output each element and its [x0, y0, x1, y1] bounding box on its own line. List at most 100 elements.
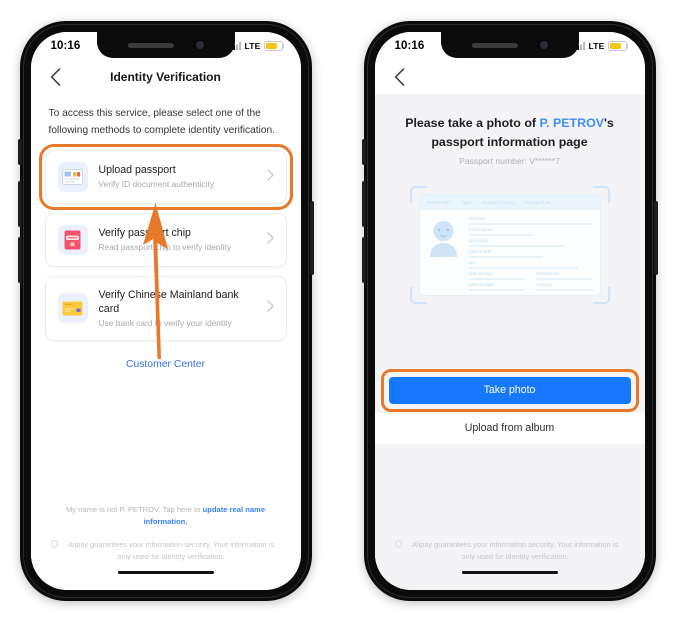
- passport-field-value-bar: [536, 289, 593, 291]
- home-indicator[interactable]: [117, 570, 214, 574]
- earpiece-speaker: [127, 42, 174, 48]
- method-title: Verify Chinese Mainland bank card: [98, 288, 239, 315]
- passport-field: Date of expiry: [468, 282, 525, 291]
- phone-right: 10:16 LTE Please take a photo of P. PETR…: [361, 21, 658, 601]
- method-subtitle: Verify ID document authenticity: [98, 179, 214, 190]
- passport-field-value-bar: [536, 278, 593, 280]
- passport-field: Sex: [468, 260, 593, 269]
- method-subtitle: Use bank card to verify your identity: [98, 318, 232, 329]
- silent-switch[interactable]: [17, 139, 22, 165]
- nav-bar-right: [374, 60, 645, 94]
- passport-field-row: Date of expiry Authority: [468, 282, 593, 291]
- passport-photo-placeholder: [427, 217, 460, 261]
- nav-bar-left: Identity Verification: [30, 60, 301, 94]
- guarantee-text: Alipay guarantees your information secur…: [67, 539, 275, 561]
- passport-field-label: Sex: [468, 260, 476, 266]
- method-title: Upload passport: [98, 164, 176, 177]
- passport-field-value-bar: [468, 278, 525, 280]
- notch: [96, 32, 235, 58]
- shield-icon: [50, 539, 58, 552]
- front-camera: [195, 41, 204, 49]
- passport-field-value-bar: [468, 245, 566, 247]
- battery-icon: [607, 41, 627, 51]
- method-text: Verify passport chip Read passport chip …: [99, 226, 256, 253]
- passport-field-value-bar: [468, 223, 593, 226]
- passport-header-label: PASSPORT: [426, 200, 452, 206]
- passport-field-label: Date of birth: [468, 249, 492, 255]
- verification-method-list: Upload passport Verify ID document authe…: [31, 143, 301, 342]
- status-indicators: LTE: [574, 41, 627, 51]
- method-title: Verify passport chip: [98, 227, 191, 240]
- passport-body: Surname Given names Nationality Date of …: [420, 210, 600, 295]
- passport-field: Nationality: [468, 238, 593, 247]
- power-button[interactable]: [309, 201, 314, 275]
- passport-card: PASSPORT Type Issuing Country Passport N…: [418, 194, 601, 297]
- passport-header-label: Type: [461, 200, 472, 206]
- passport-field-value-bar: [468, 234, 533, 236]
- chevron-left-icon: [50, 68, 61, 86]
- passport-field-label: Nationality: [468, 238, 489, 244]
- network-type-label: LTE: [244, 41, 261, 51]
- passport-field-label: Date of expiry: [468, 282, 495, 288]
- method-verify-passport-chip[interactable]: Verify passport chip Read passport chip …: [44, 212, 287, 267]
- network-type-label: LTE: [588, 41, 605, 51]
- passport-field-list: Surname Given names Nationality Date of …: [468, 216, 593, 291]
- chevron-right-icon: [266, 231, 274, 249]
- back-button[interactable]: [45, 66, 67, 88]
- guarantee-text: Alipay guarantees your information secur…: [411, 539, 619, 561]
- status-clock: 10:16: [50, 40, 81, 52]
- upload-from-album-button[interactable]: Upload from album: [374, 412, 645, 444]
- method-upload-passport[interactable]: Upload passport Verify ID document authe…: [38, 143, 293, 210]
- notch: [440, 32, 579, 58]
- passport-field-label: Given names: [468, 227, 494, 233]
- prompt-lead: Please take a photo of: [405, 116, 540, 130]
- user-name: P. PETROV: [539, 116, 604, 130]
- passport-field-value-bar: [468, 289, 525, 291]
- disclaimer-text: My name is not P. PETROV. Tap here to: [65, 504, 203, 514]
- passport-number-hint: Passport number: V******7: [459, 156, 560, 167]
- volume-down-button[interactable]: [17, 237, 22, 283]
- phone-left: 10:16 LTE Identity Verification To acces…: [17, 21, 314, 601]
- chevron-right-icon: [266, 168, 274, 186]
- battery-icon: [263, 41, 283, 51]
- passport-field: Given names: [468, 227, 593, 236]
- screen-take-passport-photo: 10:16 LTE Please take a photo of P. PETR…: [374, 32, 645, 590]
- home-indicator[interactable]: [461, 570, 558, 574]
- front-camera: [539, 41, 548, 49]
- status-indicators: LTE: [230, 41, 283, 51]
- bank-card-icon: [57, 293, 88, 324]
- volume-up-button[interactable]: [17, 181, 22, 227]
- silent-switch[interactable]: [361, 139, 366, 165]
- passport-field: Surname: [468, 216, 593, 226]
- passport-field: Authority: [536, 282, 593, 291]
- passport-field-row: Date of issue Personal No: [468, 272, 593, 280]
- identity-verification-body: To access this service, please select on…: [30, 94, 301, 590]
- take-photo-button[interactable]: Take photo: [380, 368, 639, 412]
- power-button[interactable]: [653, 201, 658, 275]
- passport-field-label: Surname: [468, 216, 486, 222]
- volume-up-button[interactable]: [361, 181, 366, 227]
- take-photo-body: Please take a photo of P. PETROV's passp…: [374, 94, 645, 590]
- id-card-icon: [57, 161, 88, 192]
- prompt-title: Please take a photo of P. PETROV's passp…: [399, 114, 621, 151]
- take-photo-wrapper: Take photo: [375, 368, 645, 412]
- passport-field-label: Personal No: [536, 271, 560, 277]
- earpiece-speaker: [471, 42, 518, 48]
- passport-book-icon: [57, 224, 88, 255]
- passport-header-label: Issuing Country: [481, 200, 516, 206]
- method-text: Upload passport Verify ID document authe…: [99, 163, 256, 190]
- security-guarantee-note: Alipay guarantees your information secur…: [50, 539, 281, 563]
- method-verify-bank-card[interactable]: Verify Chinese Mainland bank card Use ba…: [44, 275, 287, 342]
- passport-field: Date of birth: [468, 249, 593, 258]
- status-clock: 10:16: [394, 40, 425, 52]
- screen-identity-verification: 10:16 LTE Identity Verification To acces…: [30, 32, 301, 590]
- volume-down-button[interactable]: [361, 237, 366, 283]
- passport-field: Personal No: [536, 272, 593, 280]
- method-subtitle: Read passport chip to verify identity: [98, 242, 232, 253]
- footer-right: Alipay guarantees your information secur…: [375, 528, 645, 590]
- passport-placeholder-illustration: PASSPORT Type Issuing Country Passport N…: [409, 186, 610, 305]
- back-button[interactable]: [389, 66, 411, 88]
- customer-center-link[interactable]: Customer Center: [31, 359, 301, 370]
- intro-text: To access this service, please select on…: [48, 108, 276, 136]
- shield-icon: [394, 539, 402, 552]
